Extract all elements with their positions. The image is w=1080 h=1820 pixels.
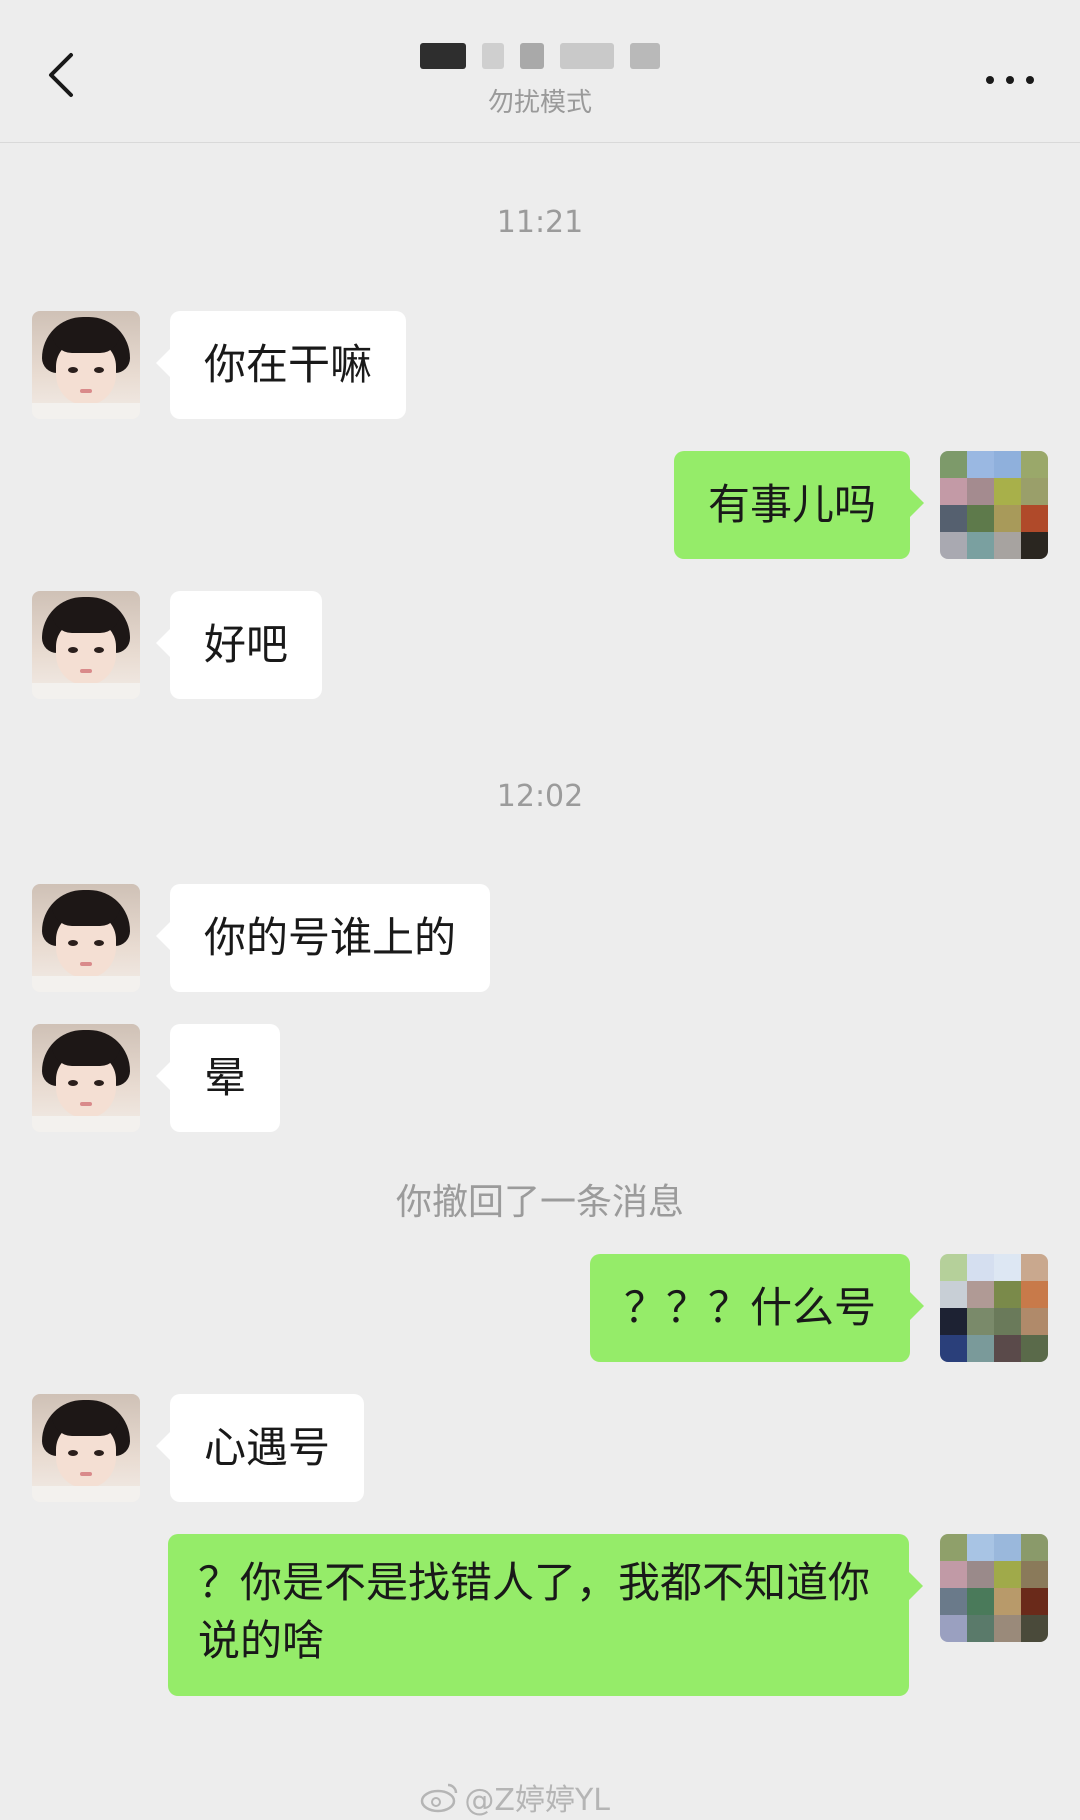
outgoing-message[interactable]: ？？？什么号: [589, 1254, 925, 1362]
watermark-text: @Z婷婷YL: [464, 1783, 610, 1818]
message-text: ？你是不是找错人了，我都不知道你说的啥: [198, 1558, 871, 1665]
incoming-message[interactable]: 晕: [155, 1024, 281, 1132]
my-avatar[interactable]: [940, 1534, 1048, 1642]
contact-avatar[interactable]: [32, 311, 140, 419]
message-text: 心遇号: [204, 1423, 331, 1472]
message-text: 好吧: [204, 620, 289, 669]
outgoing-message[interactable]: 有事儿吗: [673, 451, 925, 559]
more-dots-icon: [986, 76, 1034, 84]
my-avatar[interactable]: [940, 451, 1048, 559]
chat-title-area: 勿扰模式: [300, 36, 780, 119]
incoming-message[interactable]: 好吧: [155, 591, 323, 699]
chat-area[interactable]: 11:21 你在干嘛 有事儿吗 好吧 12:02 你的号谁上的 晕 你撤回了一条…: [0, 143, 1080, 1820]
message-text: 晕: [204, 1053, 247, 1102]
timestamp: 11:21: [496, 205, 584, 240]
chevron-left-icon: [49, 53, 73, 97]
recall-notice[interactable]: 你撤回了一条消息: [0, 1173, 1080, 1225]
contact-avatar[interactable]: [32, 591, 140, 699]
message-text: 你的号谁上的: [204, 913, 457, 962]
more-button[interactable]: [970, 50, 1050, 110]
outgoing-message[interactable]: ？你是不是找错人了，我都不知道你说的啥: [168, 1534, 923, 1696]
chat-title: [420, 36, 660, 76]
incoming-message[interactable]: 你在干嘛: [155, 311, 407, 419]
my-avatar[interactable]: [940, 1254, 1048, 1362]
timestamp: 12:02: [496, 779, 584, 814]
contact-avatar[interactable]: [32, 884, 140, 992]
watermark: @Z婷婷YL: [420, 1775, 610, 1819]
contact-avatar[interactable]: [32, 1394, 140, 1502]
top-bar: 勿扰模式: [0, 0, 1080, 143]
dnd-mode-label: 勿扰模式: [487, 88, 592, 118]
message-text: 有事儿吗: [707, 480, 876, 529]
message-text: 你在干嘛: [204, 340, 373, 389]
incoming-message[interactable]: 心遇号: [155, 1394, 365, 1502]
incoming-message[interactable]: 你的号谁上的: [155, 884, 491, 992]
message-text: ？？？什么号: [623, 1283, 876, 1332]
back-button[interactable]: [30, 40, 90, 110]
contact-avatar[interactable]: [32, 1024, 140, 1132]
weibo-icon: [421, 1783, 458, 1813]
